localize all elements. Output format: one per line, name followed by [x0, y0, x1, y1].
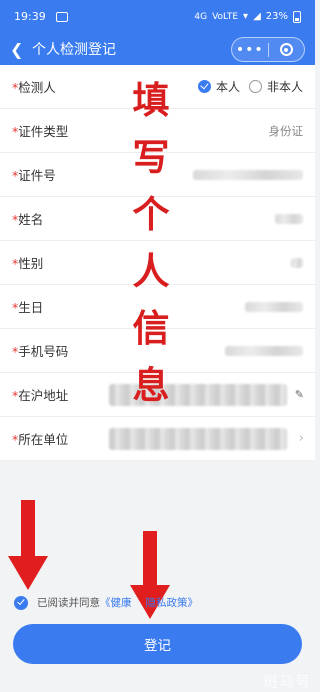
gender-blurred[interactable]: [291, 257, 303, 268]
field-label: *在沪地址: [12, 388, 69, 403]
radio-other[interactable]: [248, 80, 262, 93]
signal-icon: ◢: [253, 11, 261, 22]
volte-label: VoLTE: [212, 11, 239, 22]
status-indicators: 4G VoLTE ▾ ◢ 23%: [194, 10, 301, 23]
gallery-notification-icon: [56, 11, 68, 22]
id-type-value[interactable]: 身份证: [269, 123, 304, 139]
nav-bar: ❮ 个人检测登记 •••: [0, 33, 315, 65]
field-label: *所在单位: [12, 432, 69, 447]
annotation-arrow-left: [8, 500, 48, 590]
mini-program-capsule: •••: [231, 37, 305, 62]
id-number-blurred[interactable]: [193, 169, 303, 180]
tester-radio-group: 本人 非本人: [189, 78, 303, 95]
agreement-row[interactable]: 已阅读并同意 《健康 隐私政策》: [14, 595, 198, 610]
field-label: *生日: [12, 300, 44, 315]
annotation-char: 写: [132, 136, 170, 179]
radio-self[interactable]: [197, 80, 211, 93]
annotation-text: 填 写 个 人 信 息: [131, 72, 171, 414]
form-row-employer[interactable]: *所在单位 ›: [0, 417, 315, 461]
privacy-policy-link[interactable]: 隐私政策》: [146, 595, 199, 610]
status-time: 19:39: [14, 10, 46, 23]
field-label: *证件号: [12, 168, 56, 183]
network-label: 4G: [194, 11, 208, 22]
phone-blurred[interactable]: [225, 345, 303, 356]
page-title: 个人检测登记: [32, 42, 116, 58]
field-label: *性别: [12, 256, 44, 271]
radio-other-label[interactable]: 非本人: [267, 78, 303, 95]
field-label: *检测人: [12, 80, 56, 95]
name-blurred[interactable]: [275, 213, 303, 224]
chevron-left-icon[interactable]: ❮: [10, 40, 32, 59]
agreement-checkbox[interactable]: [14, 595, 28, 610]
agreement-prefix: 已阅读并同意: [37, 597, 100, 609]
battery-icon: [293, 10, 301, 23]
edit-pencil-icon[interactable]: ✎: [295, 388, 304, 401]
field-label: *证件类型: [12, 124, 69, 139]
radio-self-label[interactable]: 本人: [216, 78, 240, 95]
battery-percent: 23%: [265, 11, 288, 22]
agreement-link[interactable]: 《健康: [100, 595, 132, 610]
wifi-icon: ▾: [243, 11, 249, 22]
annotation-char: 人: [132, 250, 170, 293]
field-label: *手机号码: [12, 344, 69, 359]
annotation-char: 息: [132, 364, 170, 407]
chevron-right-icon[interactable]: ›: [299, 431, 304, 446]
annotation-char: 填: [132, 79, 170, 122]
watermark: 斑马号: [262, 673, 311, 691]
annotation-char: 信: [132, 307, 170, 350]
target-close-icon[interactable]: [268, 43, 304, 56]
birthday-blurred[interactable]: [245, 301, 303, 312]
submit-button[interactable]: 登记: [13, 624, 302, 664]
field-label: *姓名: [12, 212, 44, 227]
employer-blurred[interactable]: [109, 427, 287, 450]
status-bar: 19:39 4G VoLTE ▾ ◢ 23%: [0, 0, 315, 33]
annotation-char: 个: [132, 193, 170, 236]
more-dots-icon[interactable]: •••: [232, 42, 268, 58]
